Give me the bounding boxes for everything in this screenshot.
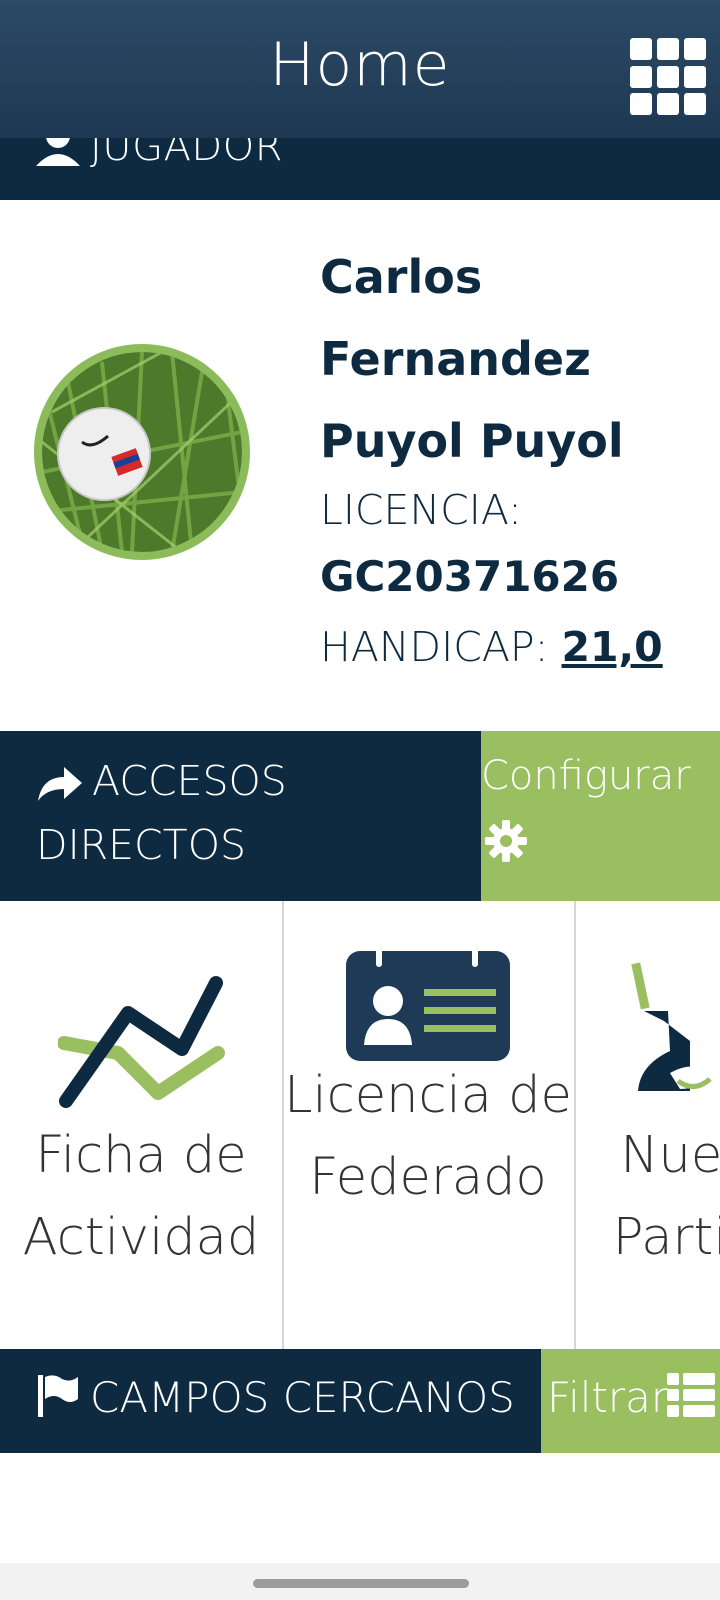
- campos-label: CAMPOS CERCANOS: [90, 1373, 515, 1422]
- tile-label: Licencia de Federado: [284, 1066, 572, 1207]
- app-header: Home: [0, 0, 720, 138]
- grid-menu-icon[interactable]: [630, 38, 708, 116]
- avatar: [34, 344, 250, 560]
- shortcut-tiles: Ficha de Actividad Licencia de Federado …: [0, 901, 720, 1349]
- handicap-row: HANDICAP: 21,0: [320, 623, 663, 671]
- handicap-label: HANDICAP:: [320, 623, 549, 671]
- activity-chart-icon: [58, 976, 225, 1108]
- tile-ficha-actividad[interactable]: Ficha de Actividad: [0, 901, 284, 1349]
- tile-nueva-partida[interactable]: Nueva Partida: [574, 901, 720, 1349]
- filtrar-label: Filtrar: [547, 1373, 669, 1422]
- page-title: Home: [269, 30, 451, 100]
- configurar-button[interactable]: Configurar: [481, 731, 720, 901]
- gear-icon: [485, 820, 527, 862]
- licencia-value: GC20371626: [320, 552, 620, 601]
- golf-ball-photo: [42, 352, 242, 552]
- share-arrow-icon: [38, 767, 82, 801]
- player-name: Carlos Fernandez Puyol Puyol: [320, 250, 624, 468]
- tile-label: Nueva Partida: [612, 1126, 720, 1267]
- filtrar-button[interactable]: Filtrar: [541, 1349, 720, 1453]
- id-card-icon: [346, 945, 510, 1061]
- handicap-value-link[interactable]: 21,0: [561, 623, 662, 671]
- licencia-label: LICENCIA:: [320, 486, 522, 534]
- home-indicator[interactable]: [253, 1579, 469, 1588]
- golf-club-icon: [631, 962, 712, 1091]
- tile-label: Ficha de Actividad: [22, 1126, 260, 1267]
- list-icon: [667, 1373, 715, 1417]
- flag-icon: [38, 1375, 78, 1417]
- configurar-label: Configurar: [481, 753, 691, 799]
- tile-licencia-federado[interactable]: Licencia de Federado: [282, 901, 576, 1349]
